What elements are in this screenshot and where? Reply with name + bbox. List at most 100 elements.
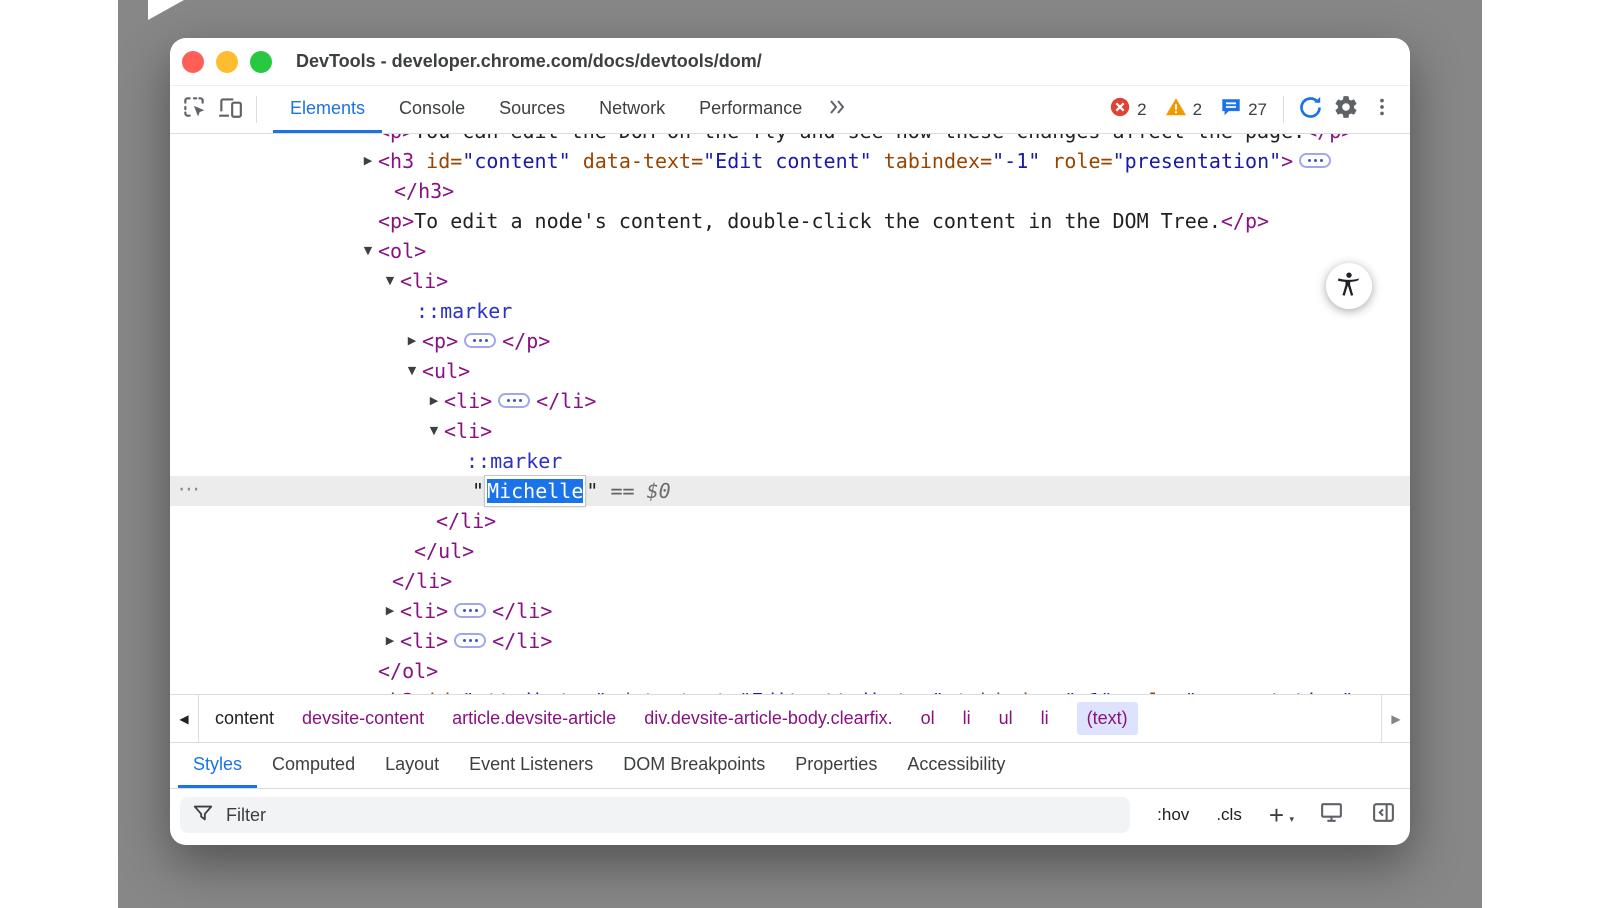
- breadcrumb-item[interactable]: li: [1041, 708, 1049, 729]
- ellipsis-dot: [469, 609, 472, 612]
- warning-icon: [1165, 96, 1187, 123]
- errors-badge[interactable]: 2: [1109, 96, 1146, 123]
- breadcrumb-scroll-right-button[interactable]: ▶: [1381, 695, 1410, 742]
- zoom-button[interactable]: [250, 51, 272, 73]
- dom-tree-line[interactable]: </ul>: [170, 536, 1410, 566]
- attribute-name-token: tabindex=: [956, 689, 1064, 694]
- tab-event-listeners[interactable]: Event Listeners: [454, 743, 608, 788]
- breadcrumb-item[interactable]: ol: [921, 708, 935, 729]
- dom-tree-line[interactable]: ▼<ul>: [170, 356, 1410, 386]
- dom-tree-line[interactable]: </ol>: [170, 656, 1410, 686]
- tab-network[interactable]: Network: [582, 86, 682, 133]
- tag-token: >: [1281, 149, 1293, 173]
- dom-tree-line[interactable]: ▼<li>: [170, 416, 1410, 446]
- breadcrumb-item[interactable]: (text): [1077, 702, 1138, 735]
- tab-computed[interactable]: Computed: [257, 743, 370, 788]
- attribute-name-token: data-text=: [619, 689, 739, 694]
- toggle-element-classes-button[interactable]: .cls: [1216, 805, 1242, 825]
- dom-tree-line[interactable]: <p>You can edit the DOM on the fly and s…: [170, 134, 1410, 146]
- dom-tree-line[interactable]: <p>To edit a node's content, double-clic…: [170, 206, 1410, 236]
- breadcrumb-item[interactable]: ul: [999, 708, 1013, 729]
- collapse-arrow-icon[interactable]: ▼: [382, 266, 398, 296]
- tag-token: </li>: [492, 629, 552, 653]
- expand-ellipsis-button[interactable]: [1299, 153, 1331, 168]
- dom-tree-line[interactable]: ▶<li></li>: [170, 596, 1410, 626]
- text-token: ": [472, 479, 484, 503]
- tab-elements[interactable]: Elements: [273, 86, 382, 133]
- collapse-arrow-icon[interactable]: ▼: [360, 236, 376, 266]
- warnings-badge[interactable]: 2: [1165, 96, 1202, 123]
- dollar-zero-token: $0: [647, 479, 671, 503]
- tab-console[interactable]: Console: [382, 86, 482, 133]
- tab-layout[interactable]: Layout: [370, 743, 454, 788]
- sync-status-button[interactable]: [1292, 92, 1328, 128]
- dom-tree-line[interactable]: ▶<p></p>: [170, 326, 1410, 356]
- styles-filter-box[interactable]: [180, 797, 1130, 833]
- inline-text-editor[interactable]: Michelle: [485, 476, 585, 506]
- toggle-hover-state-button[interactable]: :hov: [1157, 805, 1189, 825]
- issues-badge[interactable]: 27: [1220, 96, 1267, 123]
- inspect-icon: [181, 94, 207, 125]
- dom-tree-line[interactable]: ▼<li>: [170, 266, 1410, 296]
- dom-tree-line[interactable]: ::marker: [170, 446, 1410, 476]
- breadcrumb-scroll-left-button[interactable]: ◀: [170, 695, 199, 742]
- dom-tree-line[interactable]: ▶<li></li>: [170, 626, 1410, 656]
- tab-dom-breakpoints[interactable]: DOM Breakpoints: [608, 743, 780, 788]
- expand-arrow-icon[interactable]: ▶: [360, 686, 376, 694]
- collapse-arrow-icon[interactable]: ▼: [426, 416, 442, 446]
- expand-arrow-icon[interactable]: ▶: [382, 596, 398, 626]
- caret-down-icon: ▾: [1289, 809, 1294, 829]
- expand-arrow-icon[interactable]: ▶: [360, 146, 376, 176]
- dom-tree-line[interactable]: </li>: [170, 566, 1410, 596]
- text-token: [1040, 149, 1052, 173]
- expand-arrow-icon[interactable]: ▶: [426, 386, 442, 416]
- dom-tree-line[interactable]: ⋯"Michelle" == $0: [170, 476, 1410, 506]
- text-token: You can edit the DOM on the fly and see …: [414, 134, 1305, 143]
- expand-ellipsis-button[interactable]: [454, 603, 486, 618]
- kebab-menu-icon: [1371, 96, 1393, 123]
- expand-ellipsis-button[interactable]: [498, 393, 530, 408]
- dom-tree-line[interactable]: ::marker: [170, 296, 1410, 326]
- collapse-arrow-icon[interactable]: ▼: [404, 356, 420, 386]
- attribute-value-token: "Edit attributes": [739, 689, 944, 694]
- breadcrumb-item[interactable]: content: [215, 708, 274, 729]
- inspect-element-button[interactable]: [176, 92, 212, 128]
- tab-sources[interactable]: Sources: [482, 86, 582, 133]
- more-tabs-button[interactable]: [819, 92, 855, 128]
- settings-button[interactable]: [1328, 92, 1364, 128]
- device-toolbar-button[interactable]: [212, 92, 248, 128]
- tab-performance[interactable]: Performance: [682, 86, 819, 133]
- accessibility-overlay-button[interactable]: [1326, 263, 1372, 309]
- new-style-rule-button[interactable]: +▾: [1269, 805, 1292, 825]
- breadcrumb-item[interactable]: div.devsite-article-body.clearfix.: [644, 708, 892, 729]
- breadcrumb-item[interactable]: li: [963, 708, 971, 729]
- dom-tree-line[interactable]: ▶<h3 id="attributes" data-text="Edit att…: [170, 686, 1410, 694]
- sidebar-tab-strip: StylesComputedLayoutEvent ListenersDOM B…: [170, 742, 1410, 788]
- styles-filter-input[interactable]: [224, 804, 1118, 827]
- expand-arrow-icon[interactable]: ▶: [404, 326, 420, 356]
- expand-ellipsis-button[interactable]: [454, 633, 486, 648]
- dom-tree-line[interactable]: ▼<ol>: [170, 236, 1410, 266]
- toggle-sidebar-button[interactable]: [1371, 800, 1396, 830]
- warnings-count: 2: [1193, 100, 1202, 120]
- dom-tree-line[interactable]: </h3>: [170, 176, 1410, 206]
- attribute-name-token: role=: [1052, 149, 1112, 173]
- dom-tree-line[interactable]: </li>: [170, 506, 1410, 536]
- tab-accessibility[interactable]: Accessibility: [892, 743, 1020, 788]
- ellipsis-dot: [507, 399, 510, 402]
- tab-styles[interactable]: Styles: [178, 743, 257, 788]
- breadcrumb-item[interactable]: devsite-content: [302, 708, 424, 729]
- expand-arrow-icon[interactable]: ▶: [382, 626, 398, 656]
- ellipsis-dot: [485, 339, 488, 342]
- dom-tree-line[interactable]: ▶<h3 id="content" data-text="Edit conten…: [170, 146, 1410, 176]
- close-button[interactable]: [182, 51, 204, 73]
- tab-properties[interactable]: Properties: [780, 743, 892, 788]
- toggle-rendering-emulation-button[interactable]: [1319, 800, 1344, 830]
- main-menu-button[interactable]: [1364, 92, 1400, 128]
- attribute-name-token: id=: [426, 149, 462, 173]
- dom-tree-line[interactable]: ▶<li></li>: [170, 386, 1410, 416]
- breadcrumb-item[interactable]: article.devsite-article: [452, 708, 616, 729]
- row-actions-icon[interactable]: ⋯: [178, 475, 201, 505]
- expand-ellipsis-button[interactable]: [464, 333, 496, 348]
- minimize-button[interactable]: [216, 51, 238, 73]
